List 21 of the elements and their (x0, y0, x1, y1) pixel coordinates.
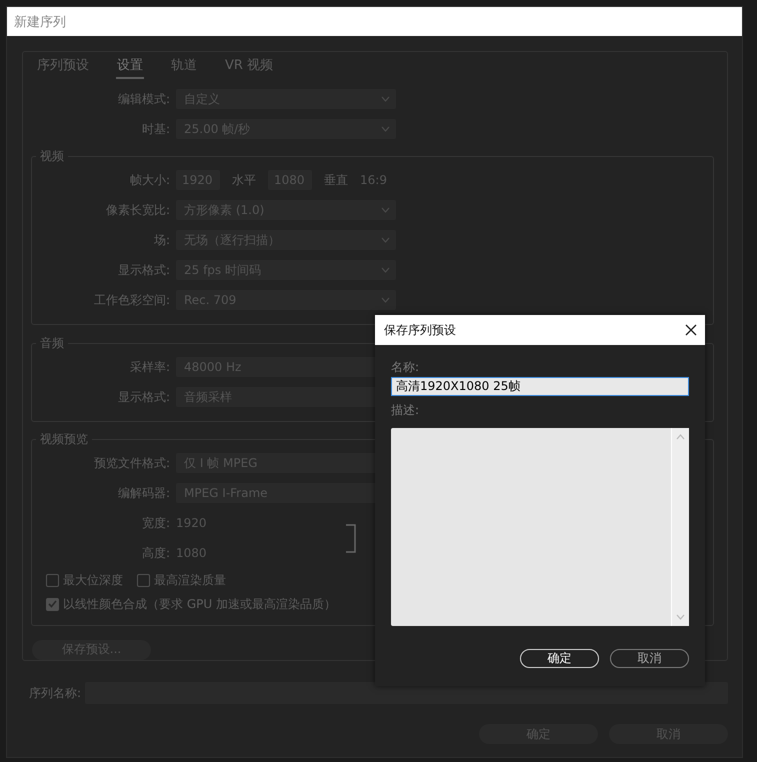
field-label: 像素长宽比: (104, 202, 170, 218)
field-label: 工作色彩空间: (92, 292, 170, 308)
unit-label: 水平 (232, 172, 256, 188)
field-label: 编解码器: (116, 484, 170, 502)
field-label: 高度: (140, 544, 170, 562)
field-label: 场: (152, 232, 170, 248)
window-title: 新建序列 (14, 14, 66, 30)
field-label: 预览文件格式: (92, 454, 170, 472)
field-label: 序列名称: (28, 684, 81, 702)
unit-label: 垂直 (324, 172, 348, 188)
field-label: 采样率: (128, 358, 170, 376)
field-label: 帧大小: (128, 172, 170, 188)
section-title: 视频 (39, 148, 65, 165)
dialog-title: 保存序列预设 (384, 322, 456, 338)
field-label: 时基: (140, 120, 170, 138)
section-title: 视频预览 (39, 431, 89, 448)
field-label: 显示格式: (116, 262, 170, 278)
field-label: 显示格式: (116, 388, 170, 406)
field-label: 编辑模式: (116, 90, 170, 108)
field-label: 宽度: (140, 514, 170, 532)
section-title: 音频 (39, 335, 65, 352)
